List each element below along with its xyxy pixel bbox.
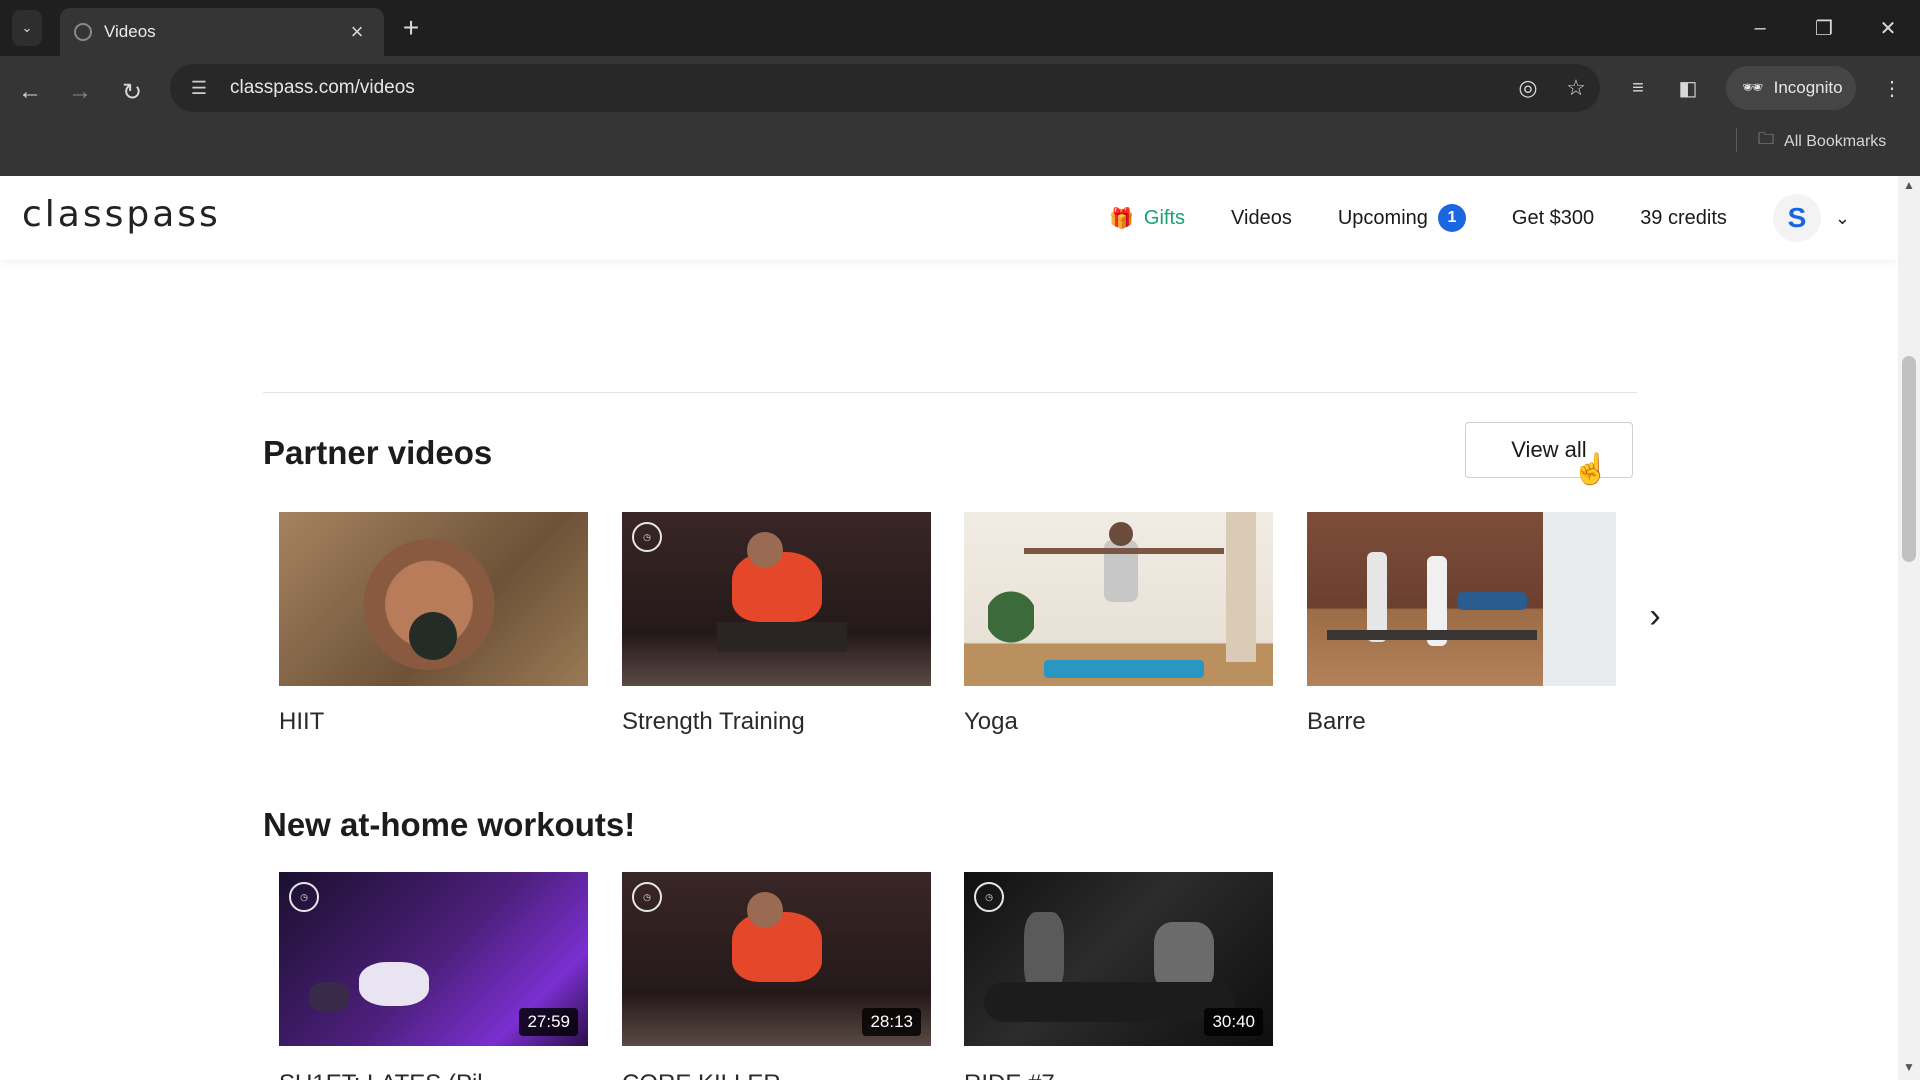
video-thumbnail[interactable] (279, 512, 588, 686)
timer-icon: ◷ (974, 882, 1004, 912)
avatar: S (1772, 194, 1821, 242)
site-info-icon[interactable]: ☰ (184, 78, 214, 99)
video-duration: 27:59 (519, 1008, 578, 1036)
tab-title: Videos (104, 22, 156, 41)
nav-upcoming-label: Upcoming (1337, 206, 1428, 229)
page-content: classpass 🎁 Gifts Videos Upcoming 1 Get … (0, 176, 1898, 1080)
account-menu[interactable]: S ⌄ (1772, 194, 1850, 242)
upcoming-count-badge: 1 (1437, 204, 1466, 232)
video-card-label: Yoga (964, 708, 1018, 735)
all-bookmarks[interactable]: 🗀 All Bookmarks (1758, 128, 1886, 155)
carousel-next-chevron-icon[interactable]: › (1640, 596, 1670, 636)
chevron-down-icon: ⌄ (1834, 207, 1850, 228)
gift-icon: 🎁 (1109, 207, 1134, 230)
tab-close-icon[interactable]: × (344, 19, 370, 45)
workout-card-label-partial: SU1ET: LATES (Pil... (279, 1070, 503, 1080)
video-thumbnail[interactable]: ◷ 28:13 (622, 872, 931, 1046)
timer-icon: ◷ (632, 522, 662, 552)
bookmarks-divider (1736, 128, 1737, 152)
side-panel-icon[interactable]: ◧ (1668, 70, 1708, 106)
folder-icon: 🗀 (1758, 131, 1775, 148)
media-queue-icon[interactable]: ≡ (1618, 70, 1658, 106)
incognito-icon: 🕶 (1742, 78, 1764, 97)
video-card-label: Barre (1307, 708, 1366, 735)
incognito-badge[interactable]: 🕶 Incognito (1726, 66, 1856, 110)
nav-upcoming[interactable]: Upcoming 1 (1338, 204, 1466, 232)
video-card-label: Strength Training (622, 708, 805, 735)
page-scrollbar[interactable]: ▲ ▼ (1898, 176, 1920, 1080)
workout-card[interactable]: ◷ 30:40 (964, 872, 1273, 1046)
timer-icon: ◷ (289, 882, 319, 912)
timer-icon: ◷ (632, 882, 662, 912)
video-thumbnail[interactable] (1307, 512, 1616, 686)
main-nav: 🎁 Gifts Videos Upcoming 1 Get $300 39 cr… (1109, 176, 1850, 260)
workout-card-label-partial: CORE KILLER (622, 1070, 781, 1080)
new-tab-plus-icon[interactable]: + (396, 12, 426, 44)
scroll-down-icon[interactable]: ▼ (1898, 1060, 1920, 1074)
incognito-label: Incognito (1773, 78, 1843, 97)
video-duration: 30:40 (1204, 1008, 1263, 1036)
video-card-barre[interactable]: Barre (1307, 512, 1616, 736)
nav-referral[interactable]: Get $300 (1512, 207, 1594, 230)
browser-tab-bar: ⌄ Videos × + – ❐ ✕ (0, 0, 1920, 56)
url-text[interactable]: classpass.com/videos (230, 77, 1504, 99)
video-card-label: HIIT (279, 708, 325, 735)
video-duration: 28:13 (862, 1008, 921, 1036)
window-close-icon[interactable]: ✕ (1864, 10, 1912, 46)
video-thumbnail[interactable]: ◷ 30:40 (964, 872, 1273, 1046)
site-header: classpass 🎁 Gifts Videos Upcoming 1 Get … (0, 176, 1898, 260)
browser-menu-icon[interactable]: ⋮ (1872, 70, 1912, 106)
workout-card-label-partial: RIDE #7 (964, 1070, 1055, 1080)
browser-tab[interactable]: Videos × (60, 8, 384, 56)
video-card-strength-training[interactable]: ◷ Strength Training (622, 512, 931, 736)
scrollbar-thumb[interactable] (1902, 356, 1916, 562)
video-thumbnail[interactable] (964, 512, 1273, 686)
eye-slash-icon[interactable]: ◎ (1504, 75, 1552, 101)
section-divider (263, 392, 1637, 393)
nav-gifts[interactable]: 🎁 Gifts (1109, 206, 1185, 231)
nav-credits[interactable]: 39 credits (1640, 207, 1727, 230)
all-bookmarks-label: All Bookmarks (1784, 132, 1887, 150)
forward-arrow-icon[interactable]: → (60, 72, 100, 112)
tab-list-chevron-icon[interactable]: ⌄ (12, 10, 42, 46)
nav-videos[interactable]: Videos (1231, 207, 1292, 230)
hand-cursor-icon: ☝ (1572, 453, 1610, 486)
bookmark-star-icon[interactable]: ☆ (1552, 75, 1600, 101)
tab-favicon-icon (74, 23, 92, 41)
workout-card[interactable]: ◷ 27:59 (279, 872, 588, 1046)
video-thumbnail[interactable]: ◷ 27:59 (279, 872, 588, 1046)
video-thumbnail[interactable]: ◷ (622, 512, 931, 686)
nav-gifts-label: Gifts (1143, 206, 1186, 229)
scroll-up-icon[interactable]: ▲ (1898, 178, 1920, 192)
back-arrow-icon[interactable]: ← (10, 72, 50, 112)
home-workouts-title: New at-home workouts! (263, 806, 636, 843)
partner-videos-title: Partner videos (263, 434, 493, 471)
reload-icon[interactable]: ↻ (112, 72, 152, 112)
video-card-yoga[interactable]: Yoga (964, 512, 1273, 736)
workout-card[interactable]: ◷ 28:13 (622, 872, 931, 1046)
classpass-logo[interactable]: classpass (22, 194, 221, 235)
minimize-icon[interactable]: – (1736, 10, 1784, 46)
address-bar[interactable]: ☰ classpass.com/videos ◎ ☆ (170, 64, 1600, 112)
video-card-hiit[interactable]: HIIT (279, 512, 588, 736)
restore-icon[interactable]: ❐ (1800, 10, 1848, 46)
